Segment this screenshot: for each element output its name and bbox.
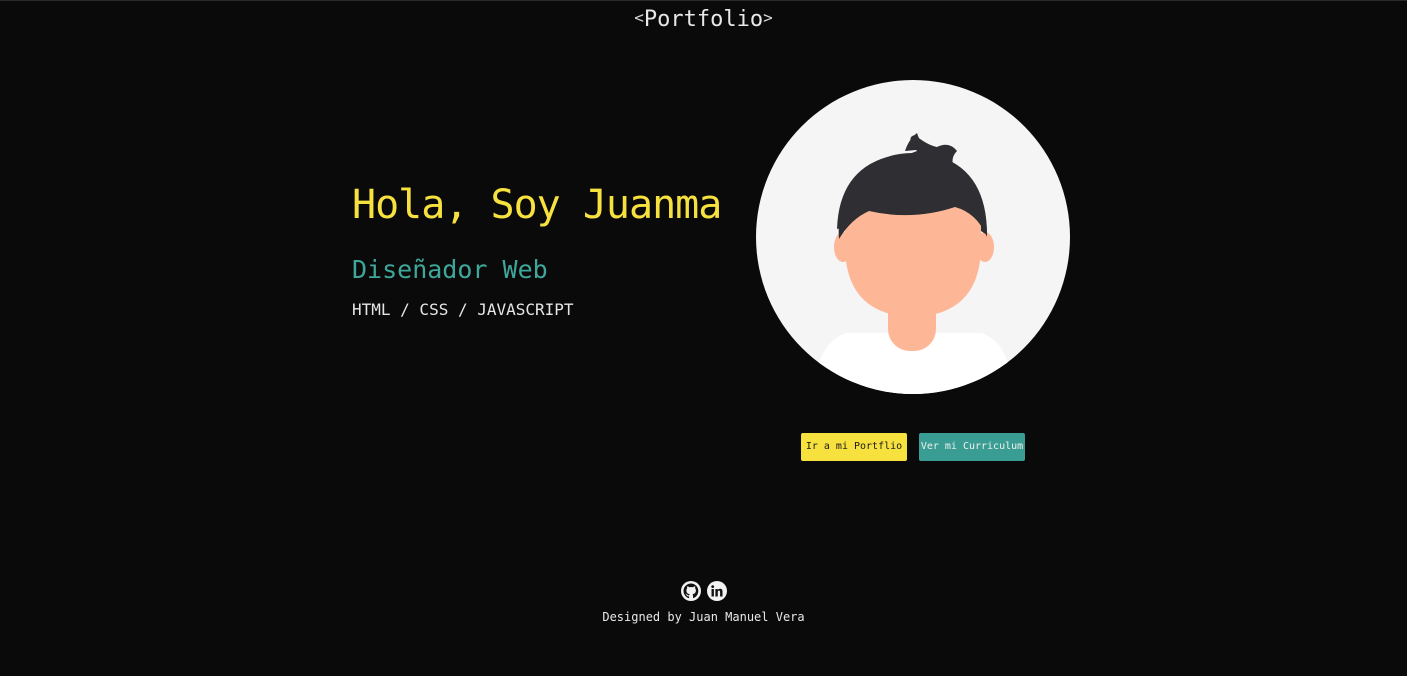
hero-role: Diseñador Web (352, 255, 548, 284)
hero-text: Hola, Soy Juanma Diseñador Web HTML / CS… (352, 177, 732, 321)
brand-title: Portfolio (643, 7, 764, 32)
footer-credit: Designed by Juan Manuel Vera (602, 610, 805, 624)
page: <Portfolio> Hola, Soy Juanma Diseñador W… (0, 0, 1407, 676)
linkedin-icon (710, 585, 722, 597)
social-links (0, 581, 1407, 603)
hero-greeting: Hola, Soy Juanma (352, 182, 722, 228)
go-to-portfolio-button[interactable]: Ir a mi Portflio (801, 433, 907, 461)
brand-left-chevron: < (634, 8, 644, 27)
brand-right-chevron: > (763, 8, 773, 27)
hero-stack: HTML / CSS / JAVASCRIPT (352, 300, 574, 319)
linkedin-link[interactable] (706, 581, 727, 601)
footer: Designed by Juan Manuel Vera (0, 581, 1407, 625)
github-icon (683, 583, 698, 599)
view-curriculum-button[interactable]: Ver mi Curriculum (919, 433, 1025, 461)
github-link[interactable] (680, 581, 701, 601)
site-brand[interactable]: <Portfolio> (0, 7, 1407, 32)
person-avatar-icon (755, 79, 1071, 395)
